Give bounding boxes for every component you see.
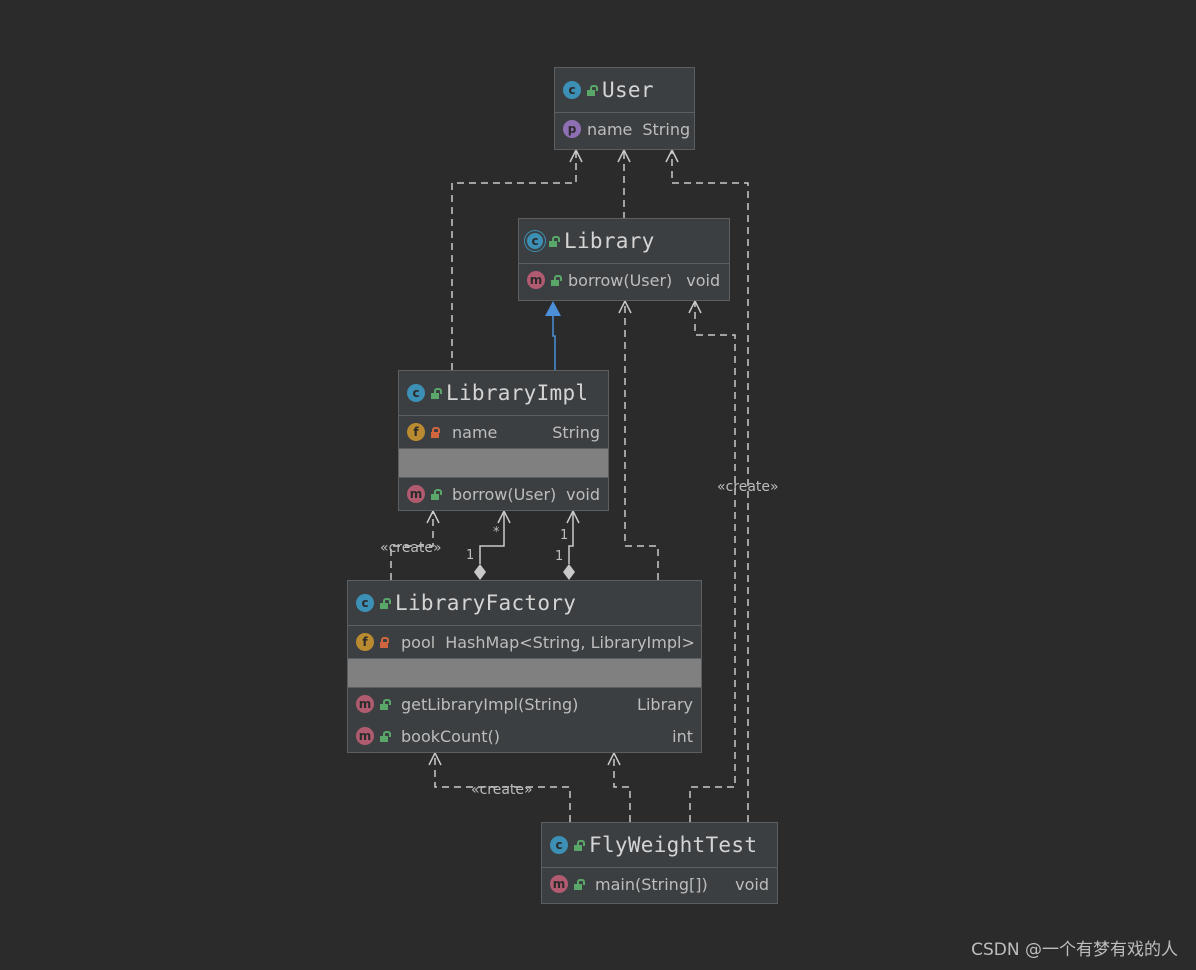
public-visibility-icon (379, 698, 391, 710)
field-row[interactable]: f name String (399, 416, 608, 448)
class-flyweighttest-header: c FlyWeightTest (542, 823, 777, 868)
aggregation-diamond-1 (474, 564, 486, 580)
empty-section (399, 448, 608, 478)
field-icon: f (407, 423, 425, 441)
class-name: FlyWeightTest (589, 833, 758, 857)
field-name: pool (401, 632, 436, 652)
field-row[interactable]: f pool HashMap<String, LibraryImpl> (348, 626, 701, 658)
public-visibility-icon (379, 597, 391, 609)
empty-section (348, 658, 701, 688)
method-name: bookCount() (401, 726, 500, 746)
method-name: borrow(User) (452, 484, 557, 504)
field-icon: f (356, 633, 374, 651)
method-return-type: int (672, 726, 693, 746)
class-name: User (602, 78, 654, 102)
method-name: main(String[]) (595, 874, 708, 894)
method-return-type: void (735, 874, 769, 894)
multiplicity-one-c: 1 (555, 549, 564, 564)
property-row[interactable]: p name String (555, 113, 694, 145)
public-visibility-icon (379, 730, 391, 742)
field-name: name (452, 422, 498, 442)
class-icon: c (407, 384, 425, 402)
watermark: CSDN @一个有梦有戏的人 (971, 940, 1178, 960)
runnable-class-icon: c (550, 836, 568, 854)
multiplicity-one-b: 1 (560, 528, 569, 543)
interface-library-header: c Library (519, 219, 729, 264)
edge-flyweighttest-uses-libraryfactory (613, 753, 631, 822)
public-visibility-icon (430, 387, 442, 399)
multiplicity-many: * (493, 525, 500, 540)
static-method-icon: m (550, 875, 568, 893)
property-name: name (587, 119, 633, 139)
interface-icon: c (527, 233, 543, 249)
class-libraryimpl[interactable]: c LibraryImpl f name String m borrow(Use… (398, 370, 609, 511)
public-visibility-icon (430, 488, 442, 500)
create-label-library: «create» (717, 479, 779, 495)
class-flyweighttest[interactable]: c FlyWeightTest m main(String[]) void (541, 822, 778, 904)
interface-name: Library (564, 229, 655, 253)
field-type: HashMap<String, LibraryImpl> (445, 632, 695, 652)
create-label-libraryfactory: «create» (471, 782, 533, 798)
aggregation-diamond-2 (563, 564, 575, 580)
multiplicity-one-a: 1 (466, 548, 475, 563)
method-row[interactable]: m borrow(User) void (519, 264, 729, 296)
class-libraryimpl-header: c LibraryImpl (399, 371, 608, 416)
edge-libraryimpl-implements-library (552, 316, 556, 370)
class-icon: c (356, 594, 374, 612)
property-icon: p (563, 120, 581, 138)
method-row[interactable]: m main(String[]) void (542, 868, 777, 900)
method-icon: m (356, 727, 374, 745)
class-libraryfactory[interactable]: c LibraryFactory f pool HashMap<String, … (347, 580, 702, 753)
private-visibility-icon (430, 426, 440, 438)
method-name: getLibraryImpl(String) (401, 694, 579, 714)
method-return-type: void (566, 484, 600, 504)
method-icon: m (527, 271, 545, 289)
public-visibility-icon (586, 84, 598, 96)
method-icon: m (356, 695, 374, 713)
method-row[interactable]: m borrow(User) void (399, 478, 608, 510)
method-return-type: Library (637, 694, 693, 714)
class-libraryfactory-header: c LibraryFactory (348, 581, 701, 626)
class-user-header: c User (555, 68, 694, 113)
field-type: String (552, 422, 600, 442)
interface-library[interactable]: c Library m borrow(User) void (518, 218, 730, 301)
property-type: String (642, 119, 691, 139)
inheritance-arrowhead (545, 301, 561, 316)
method-row[interactable]: m bookCount() int (348, 720, 701, 752)
public-visibility-icon (548, 235, 560, 247)
create-label-libraryimpl: «create» (380, 540, 442, 556)
private-visibility-icon (379, 636, 389, 648)
public-visibility-icon (573, 839, 585, 851)
class-user[interactable]: c User p name String (554, 67, 695, 150)
method-return-type: void (686, 270, 721, 290)
edge-libraryfactory-uses-library (624, 301, 659, 580)
method-row[interactable]: m getLibraryImpl(String) Library (348, 688, 701, 720)
method-name: borrow(User) (568, 270, 673, 290)
class-icon: c (563, 81, 581, 99)
public-visibility-icon (550, 274, 562, 286)
public-visibility-icon (573, 878, 585, 890)
method-icon: m (407, 485, 425, 503)
class-name: LibraryImpl (446, 381, 589, 405)
class-name: LibraryFactory (395, 591, 577, 615)
